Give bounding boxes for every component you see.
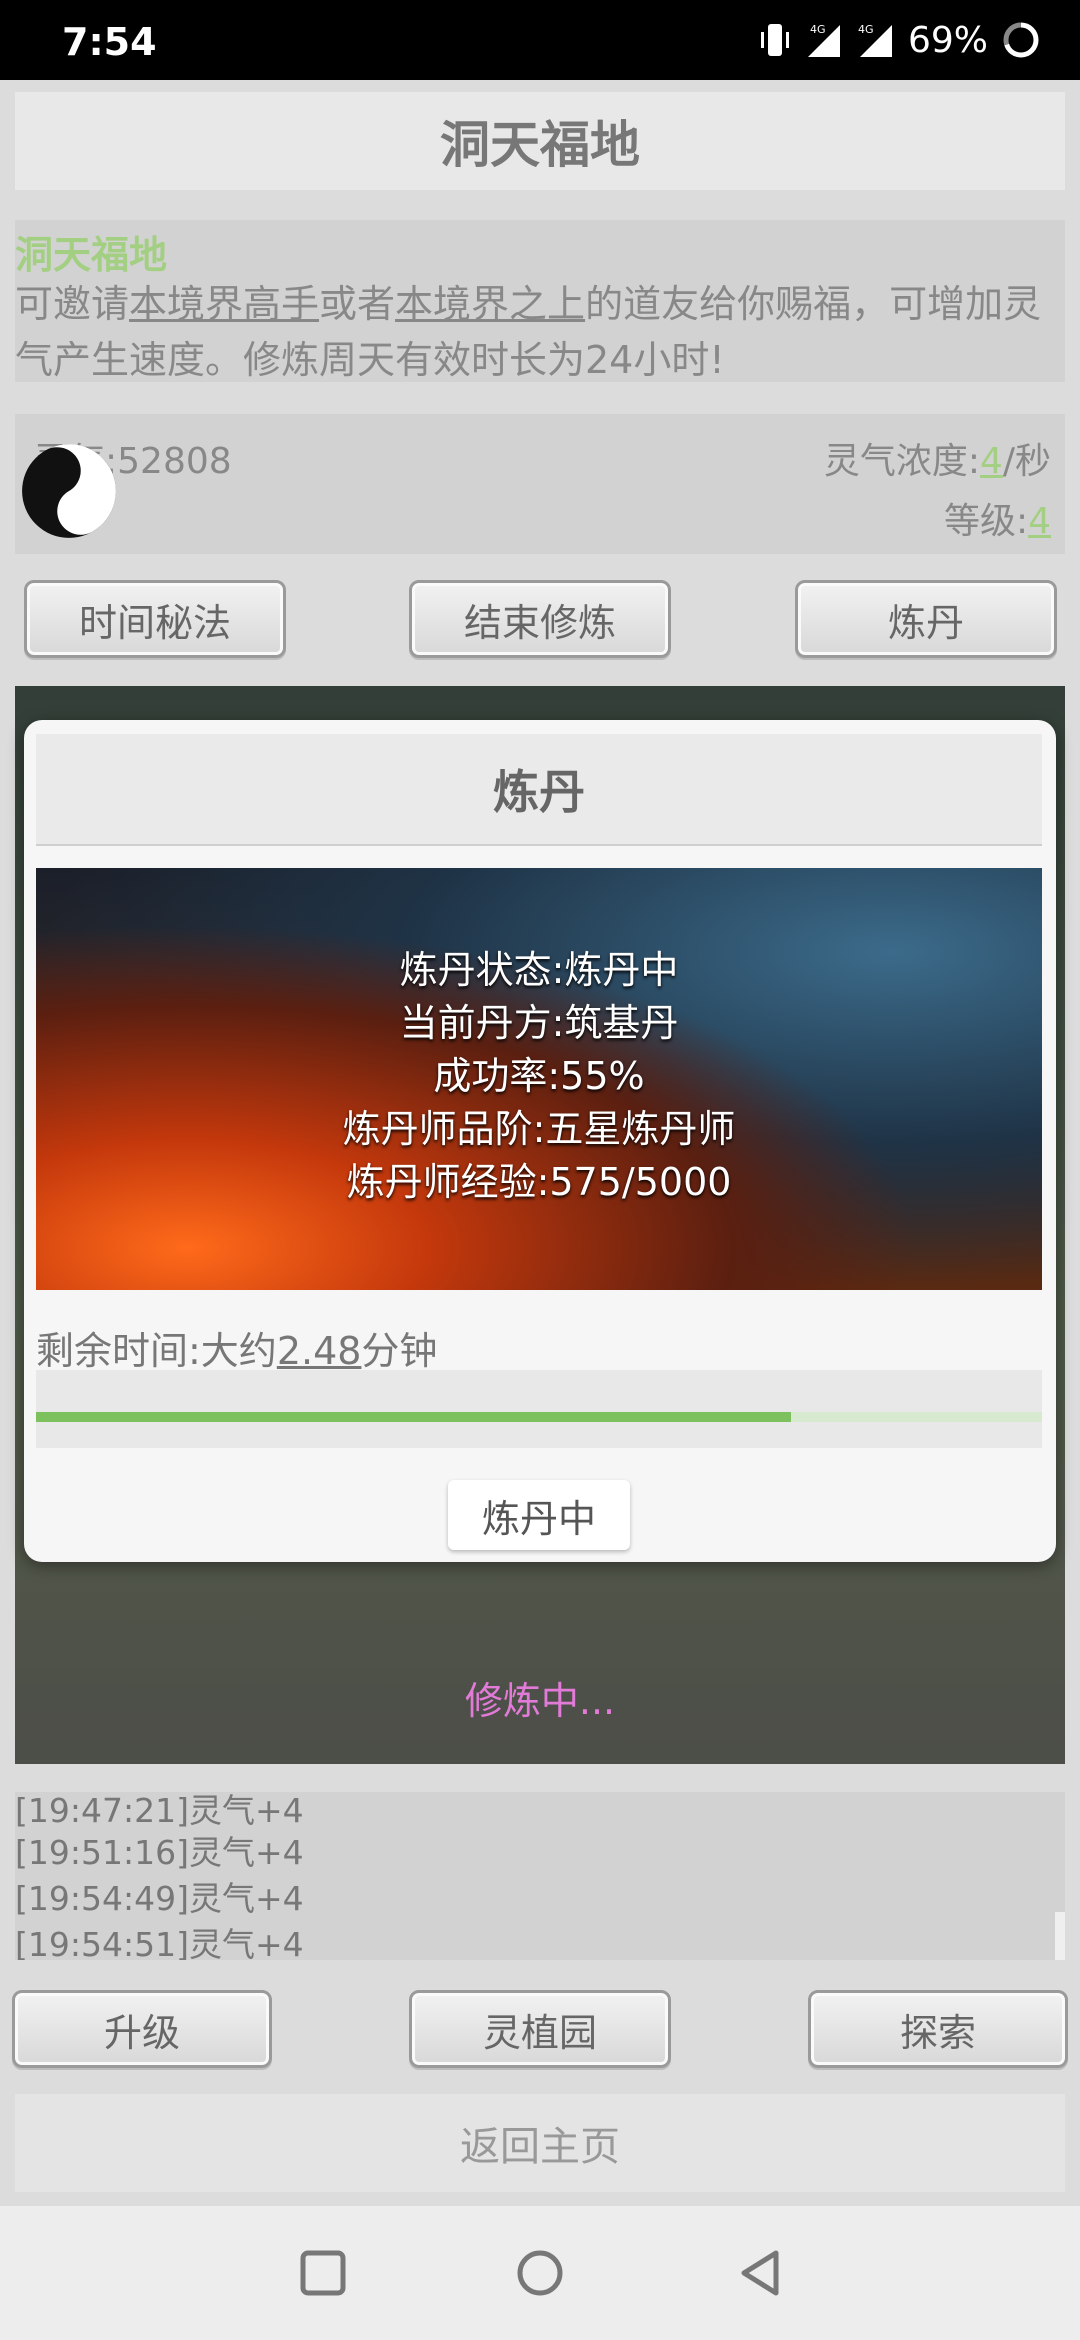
info-description: 可邀请本境界高手或者本境界之上的道友给你赐福，可增加灵气产生速度。修炼周天有效时…: [15, 276, 1055, 388]
upgrade-button[interactable]: 升级: [12, 1990, 272, 2068]
signal-icon: 4G: [858, 23, 892, 57]
link-higher-realm[interactable]: 本境界之上: [395, 282, 585, 326]
alchemy-image: 炼丹状态:炼丹中 当前丹方:筑基丹 成功率:55% 炼丹师品阶:五星炼丹师 炼丹…: [36, 868, 1042, 1290]
alchemy-progress: [36, 1370, 1042, 1448]
progress-fill: [36, 1412, 791, 1422]
time-secret-button[interactable]: 时间秘法: [24, 580, 286, 658]
battery-ring-icon: [1003, 22, 1039, 58]
recent-apps-icon[interactable]: [298, 2248, 348, 2298]
remaining-time: 剩余时间:大约2.48分钟: [36, 1320, 437, 1375]
back-icon[interactable]: [736, 2248, 786, 2298]
end-cultivation-button[interactable]: 结束修炼: [409, 580, 671, 658]
status-icons: 4G 4G 69%: [760, 18, 1040, 62]
level-value[interactable]: 4: [1028, 501, 1051, 542]
density-value[interactable]: 4: [980, 441, 1003, 482]
level: 等级:4: [944, 492, 1051, 544]
remaining-value: 2.48: [276, 1329, 362, 1373]
info-panel: 洞天福地 可邀请本境界高手或者本境界之上的道友给你赐福，可增加灵气产生速度。修炼…: [15, 220, 1065, 382]
info-desc-text: 可邀请: [15, 282, 130, 326]
density-label: 灵气浓度:: [823, 441, 980, 482]
log-scrollbar[interactable]: [1055, 1912, 1065, 1960]
log-line: [19:51:16]灵气+4: [15, 1833, 304, 1872]
cultivating-status: 修炼中...: [464, 1679, 616, 1723]
alchemy-button[interactable]: 炼丹: [795, 580, 1057, 658]
qi-log: [19:47:21]灵气+4 [19:51:16]灵气+4 [19:54:49]…: [15, 1792, 1065, 1960]
remaining-unit: 分钟: [361, 1329, 438, 1373]
alchemy-recipe: 当前丹方:筑基丹: [399, 1001, 679, 1045]
stats-panel: 灵气:52808 灵气浓度:4/秒 等级:4: [15, 414, 1065, 554]
alchemy-info: 炼丹状态:炼丹中 当前丹方:筑基丹 成功率:55% 炼丹师品阶:五星炼丹师 炼丹…: [36, 944, 1042, 1209]
info-title: 洞天福地: [15, 233, 168, 277]
dialog-title: 炼丹: [36, 734, 1042, 846]
qi-density: 灵气浓度:4/秒: [824, 432, 1051, 484]
signal-icon: 4G: [807, 23, 840, 57]
alchemy-status: 炼丹状态:炼丹中: [399, 948, 679, 992]
alchemist-exp: 炼丹师经验:575/5000: [346, 1160, 732, 1204]
battery-percent: 69%: [907, 19, 988, 61]
explore-button[interactable]: 探索: [808, 1990, 1068, 2068]
status-bar: 7:54 4G 4G 69%: [0, 0, 1080, 80]
svg-text:4G: 4G: [858, 23, 874, 36]
log-line: [19:54:51]灵气+4: [15, 1925, 304, 1960]
home-icon[interactable]: [515, 2248, 565, 2298]
log-line: [19:54:49]灵气+4: [15, 1879, 304, 1918]
status-time: 7:54: [62, 20, 157, 64]
page-title: 洞天福地: [15, 92, 1065, 190]
svg-text:4G: 4G: [810, 23, 826, 36]
level-label: 等级:: [943, 501, 1029, 542]
return-home-button[interactable]: 返回主页: [15, 2094, 1065, 2192]
info-desc-text: 或者: [319, 282, 396, 326]
vibrate-icon: [760, 24, 789, 56]
link-same-realm[interactable]: 本境界高手: [129, 282, 319, 326]
remaining-prefix: 剩余时间:大约: [36, 1329, 277, 1373]
herb-garden-button[interactable]: 灵植园: [409, 1990, 671, 2068]
yin-yang-icon[interactable]: [18, 440, 120, 542]
navigation-bar: [0, 2206, 1080, 2340]
alchemy-dialog: 炼丹 炼丹状态:炼丹中 当前丹方:筑基丹 成功率:55% 炼丹师品阶:五星炼丹师…: [24, 720, 1056, 1562]
alchemizing-button[interactable]: 炼丹中: [448, 1480, 630, 1550]
alchemist-rank: 炼丹师品阶:五星炼丹师: [342, 1107, 736, 1151]
alchemy-success-rate: 成功率:55%: [433, 1054, 645, 1098]
density-unit: /秒: [1002, 441, 1051, 482]
